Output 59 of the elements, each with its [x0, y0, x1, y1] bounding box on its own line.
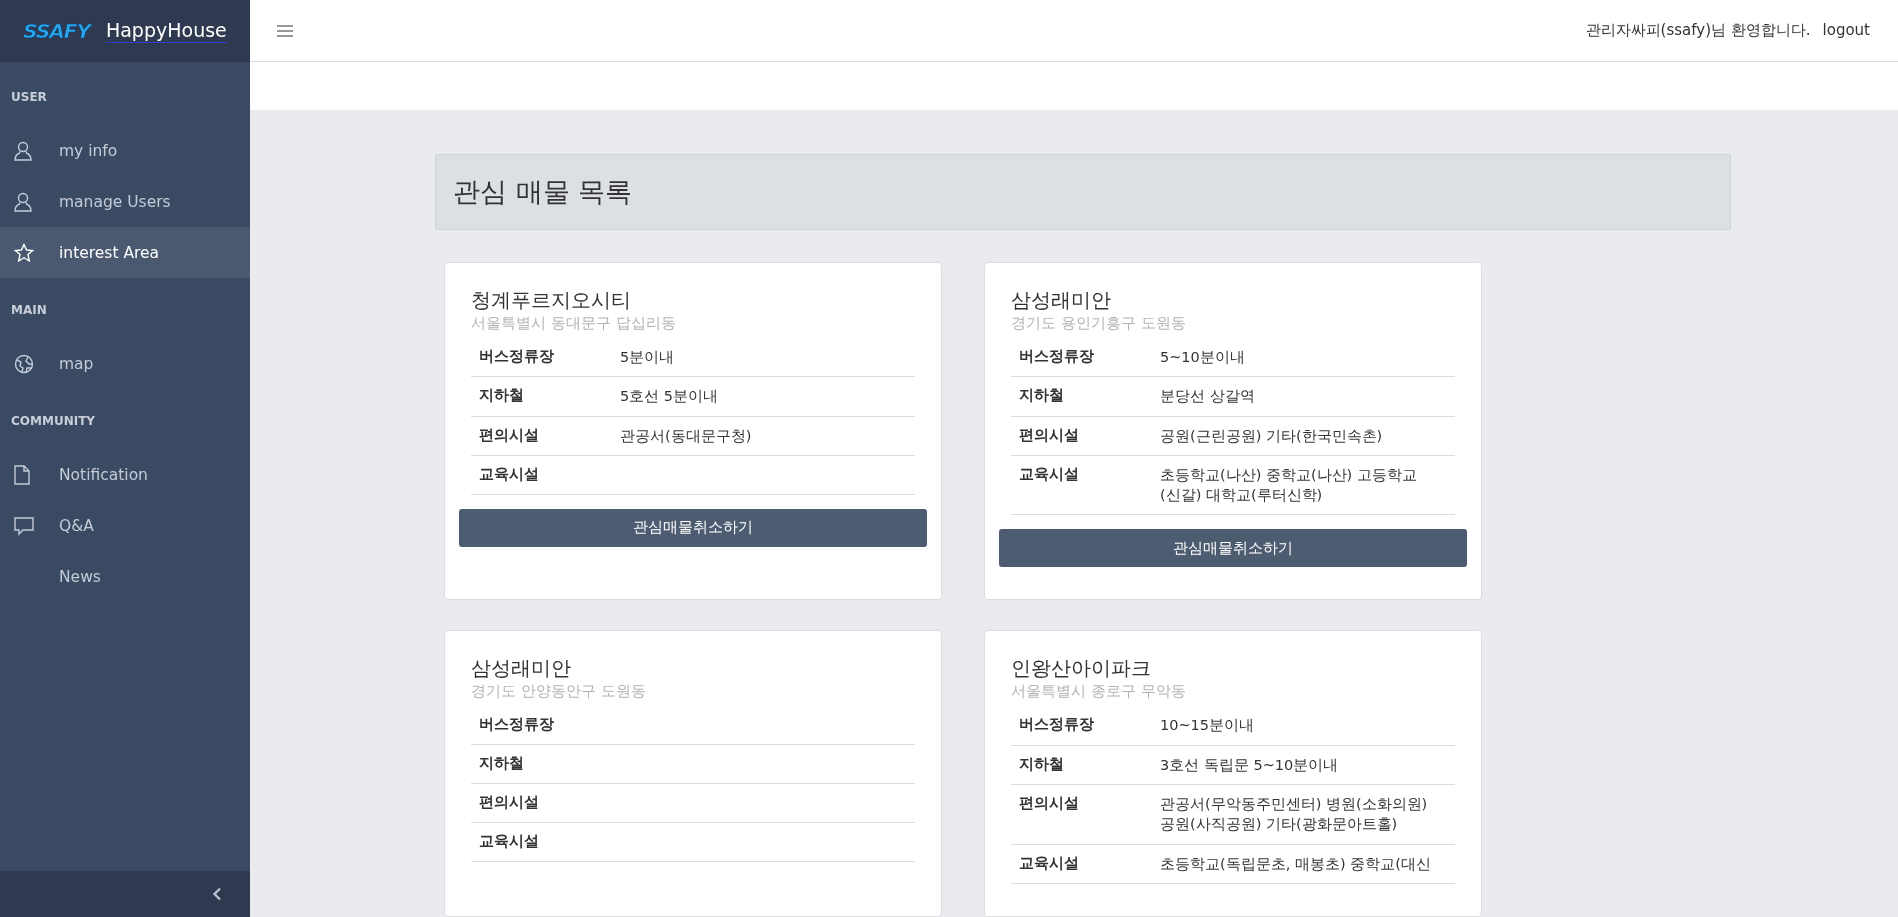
- row-label: 편의시설: [479, 794, 539, 811]
- globe-icon: [14, 353, 34, 374]
- row-label: 버스정류장: [1019, 348, 1094, 364]
- property-name: 청계푸르지오시티: [471, 287, 632, 313]
- row-label: 버스정류장: [479, 716, 554, 733]
- chat-icon: [14, 515, 34, 536]
- row-value: 3호선 독립문 5~10분이내: [1160, 756, 1339, 773]
- row-label: 버스정류장: [1019, 716, 1094, 733]
- row-label: 지하철: [1019, 387, 1064, 404]
- section-heading: COMMUNITY: [10, 414, 97, 430]
- row-value: 5~10분이내: [1160, 349, 1245, 365]
- logout-link[interactable]: logout: [1822, 21, 1870, 40]
- row-value: 5분이내: [620, 349, 675, 365]
- row-label: 교육시설: [1019, 854, 1079, 871]
- greeting-text: 관리자싸피(ssafy)님 환영합니다.: [1585, 21, 1811, 40]
- section-heading: USER: [10, 90, 48, 106]
- row-label: 교육시설: [1019, 465, 1079, 482]
- row-value: 초등학교(나산) 중학교(나산) 고등학교(신갈) 대학교(루터신학): [1160, 466, 1417, 504]
- sidebar-item[interactable]: map: [0, 338, 250, 389]
- property-address: 서울특별시 종로구 무악동: [1011, 681, 1187, 702]
- section-heading: MAIN: [10, 303, 48, 319]
- menu-icon[interactable]: [277, 23, 293, 38]
- app-name[interactable]: HappyHouse: [105, 19, 227, 43]
- sidebar-item[interactable]: manage Users: [0, 176, 250, 227]
- row-label: 편의시설: [1019, 426, 1079, 443]
- remove-interest-button[interactable]: 관심매물취소하기: [459, 508, 927, 547]
- row-value: 10~15분이내: [1160, 717, 1255, 734]
- row-value: 공원(근린공원) 기타(한국민속촌): [1160, 427, 1383, 444]
- star-icon: [14, 242, 34, 263]
- row-label: 지하철: [1019, 755, 1064, 772]
- user-icon: [14, 140, 32, 161]
- sidebar-item[interactable]: interest Area: [0, 227, 250, 278]
- property-address: 경기도 용인기흥구 도원동: [1011, 313, 1187, 333]
- row-label: 지하철: [479, 755, 524, 772]
- row-value: 관공서(동대문구청): [620, 427, 752, 444]
- property-address: 서울특별시 동대문구 답십리동: [471, 313, 677, 333]
- row-value: 5호선 5분이내: [620, 388, 719, 405]
- sidebar-item[interactable]: News: [0, 551, 250, 602]
- property-name: 인왕산아이파크: [1011, 655, 1152, 682]
- row-label: 교육시설: [479, 833, 539, 850]
- row-value: 분당선 상갈역: [1160, 388, 1255, 405]
- remove-interest-button[interactable]: 관심매물취소하기: [999, 529, 1467, 568]
- sidebar-item[interactable]: Notification: [0, 449, 250, 500]
- row-label: 편의시설: [1019, 795, 1079, 812]
- document-icon: [14, 464, 30, 485]
- property-name: 삼성래미안: [1011, 287, 1112, 313]
- page-title: 관심 매물 목록: [453, 175, 633, 209]
- row-label: 지하철: [479, 387, 524, 404]
- user-icon: [14, 191, 32, 212]
- sidebar-item[interactable]: Q&A: [0, 500, 250, 551]
- row-value: 관공서(무악동주민센터) 병원(소화의원) 공원(사직공원) 기타(광화문아트홀): [1160, 796, 1428, 833]
- property-name: 삼성래미안: [471, 655, 572, 682]
- row-label: 편의시설: [479, 426, 539, 443]
- sidebar-item[interactable]: my info: [0, 125, 250, 176]
- row-value: 초등학교(독립문초, 매봉초) 중학교(대신: [1160, 855, 1431, 872]
- row-label: 버스정류장: [479, 348, 554, 364]
- property-address: 경기도 안양동안구 도원동: [471, 681, 647, 702]
- chevron-left-icon[interactable]: [212, 887, 222, 901]
- row-label: 교육시설: [479, 465, 539, 482]
